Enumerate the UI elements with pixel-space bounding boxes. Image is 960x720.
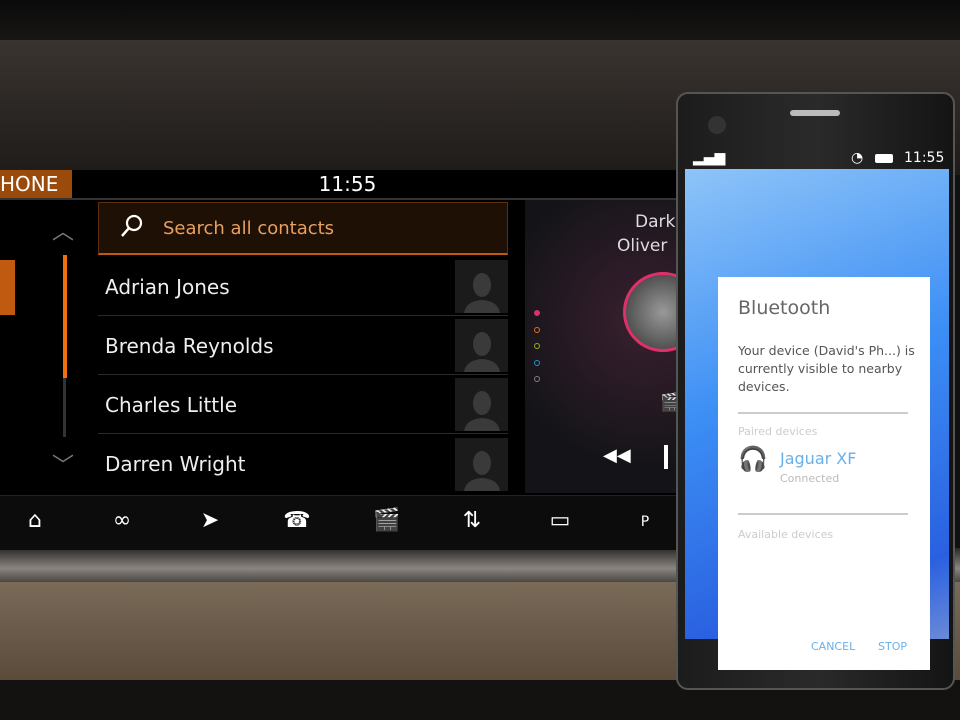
- rewind-icon[interactable]: ◀◀: [603, 445, 631, 466]
- scrollbar-thumb[interactable]: [63, 255, 67, 378]
- contact-name: Brenda Reynolds: [105, 333, 274, 358]
- contact-row[interactable]: Charles Little: [98, 376, 508, 434]
- phone-clock: 11:55: [904, 150, 945, 166]
- phone-speaker: [790, 110, 840, 116]
- headset-icon: 🎧: [738, 445, 768, 473]
- infotainment-screen: HONE 11:55 ︿ ﹀ Search all contacts Adria…: [0, 170, 690, 550]
- page-dot[interactable]: [534, 343, 540, 349]
- device-name[interactable]: Jaguar XF: [780, 449, 856, 468]
- play-pause-icon[interactable]: [664, 445, 668, 469]
- page-dot[interactable]: [534, 326, 540, 333]
- clock: 11:55: [318, 172, 377, 196]
- phone-status-bar: ▂▄▆ ◔ 11:55: [685, 150, 949, 169]
- phone-icon[interactable]: ☎: [277, 508, 317, 533]
- phone-camera: [708, 116, 726, 134]
- avatar-icon: [455, 260, 508, 313]
- avatar-icon: [455, 437, 508, 491]
- contact-name: Darren Wright: [105, 452, 246, 476]
- media-panel[interactable]: Dark Oliver 🎬 ◀◀: [525, 200, 690, 493]
- stop-button[interactable]: STOP: [878, 640, 907, 653]
- page-dot[interactable]: [534, 376, 540, 382]
- search-icon: [119, 213, 145, 243]
- phone-screen: Bluetooth Your device (David's Ph...) is…: [685, 169, 949, 670]
- dialog-title: Bluetooth: [738, 297, 831, 319]
- bottom-nav: ⌂ ∞ ➤ ☎ 🎬 ⇅ ▭ P: [0, 495, 690, 550]
- media-icon[interactable]: 🎬: [367, 508, 407, 533]
- contact-name: Adrian Jones: [105, 274, 230, 299]
- dashboard-vent: [0, 0, 960, 45]
- divider: [738, 513, 908, 515]
- smartphone: ▂▄▆ ◔ 11:55 Bluetooth Your device (David…: [676, 92, 955, 690]
- contact-row[interactable]: Brenda Reynolds: [98, 317, 508, 375]
- bluetooth-dialog: Bluetooth Your device (David's Ph...) is…: [718, 277, 930, 670]
- track-artist: Oliver: [617, 236, 668, 256]
- device-status: Connected: [780, 472, 840, 485]
- track-title: Dark: [635, 212, 676, 232]
- tab-phone[interactable]: HONE: [0, 170, 72, 198]
- avatar-icon: [455, 378, 508, 431]
- wifi-icon: ◔: [851, 150, 864, 166]
- battery-icon: [875, 154, 893, 163]
- camera-icon[interactable]: ▭: [540, 508, 580, 533]
- contact-row[interactable]: Adrian Jones: [98, 258, 508, 316]
- scroll-up-icon[interactable]: ︿: [52, 214, 74, 246]
- home-icon[interactable]: ⌂: [15, 508, 55, 533]
- avatar-icon: [455, 319, 508, 372]
- page-dot[interactable]: [534, 310, 540, 316]
- signal-icon: ▂▄▆: [693, 150, 726, 166]
- dialog-message: Your device (David's Ph...) is currently…: [738, 343, 915, 394]
- contact-row[interactable]: Darren Wright: [98, 435, 508, 493]
- navigation-icon[interactable]: ➤: [190, 508, 230, 533]
- contact-name: Charles Little: [105, 392, 238, 417]
- search-input[interactable]: Search all contacts: [98, 202, 508, 255]
- page-dot[interactable]: [534, 359, 540, 366]
- scroll-down-icon[interactable]: ﹀: [52, 448, 74, 480]
- paired-devices-label: Paired devices: [738, 425, 818, 438]
- cancel-button[interactable]: CANCEL: [811, 640, 855, 653]
- side-menu-selected[interactable]: [0, 260, 15, 315]
- parking-icon[interactable]: P: [625, 514, 665, 530]
- climate-icon[interactable]: ⇅: [452, 508, 492, 533]
- available-devices-label: Available devices: [738, 528, 834, 541]
- search-placeholder: Search all contacts: [163, 217, 335, 239]
- divider: [738, 412, 908, 414]
- apps-icon[interactable]: ∞: [102, 508, 142, 533]
